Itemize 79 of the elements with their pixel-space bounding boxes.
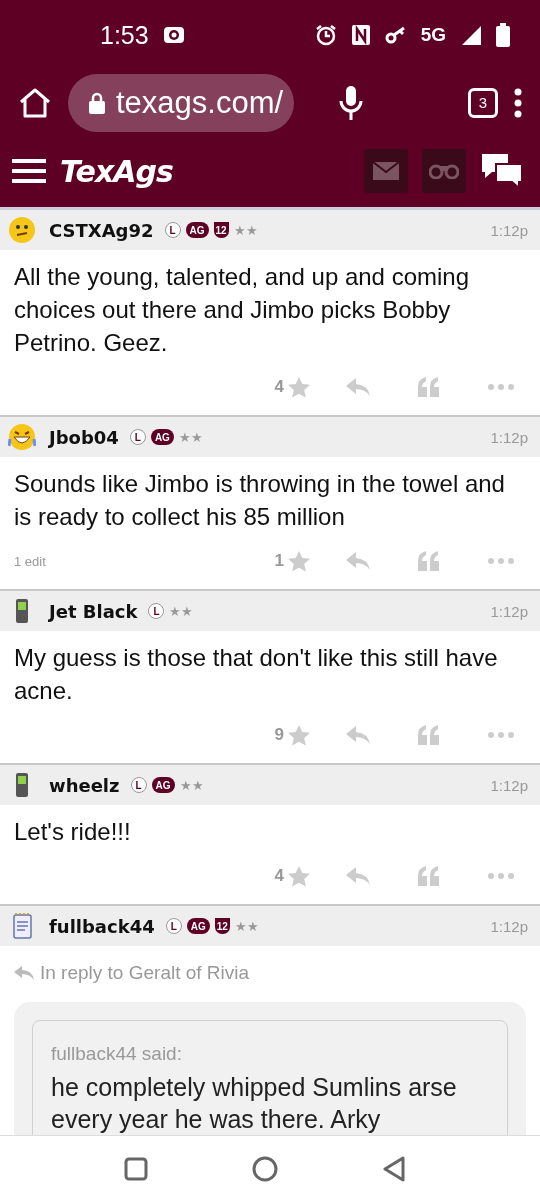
lock-icon [88, 91, 106, 114]
reply-icon[interactable] [346, 867, 370, 885]
binoculars-button[interactable] [422, 149, 466, 193]
reply-icon[interactable] [346, 378, 370, 396]
like-count: 4 [274, 866, 284, 886]
url-text: texags.com/ [116, 84, 284, 121]
quote-text: he completely whipped Sumlins arse every year he was there. Arky [51, 1072, 458, 1135]
rank-stars: ★★ [178, 429, 203, 445]
post-text: Let's ride!!! [13, 817, 132, 847]
member-badge: L [130, 777, 147, 793]
username[interactable]: CSTXAg92 [49, 219, 154, 241]
post-text: My guess is those that don't like this still have acne. [13, 643, 499, 706]
binoculars-icon [429, 163, 459, 179]
year-badge: 12 [213, 222, 229, 238]
back-icon[interactable] [382, 1155, 406, 1182]
ag-badge: AG [186, 918, 210, 934]
reply-arrow-icon [14, 966, 34, 980]
more-icon[interactable] [488, 732, 514, 738]
star-icon [288, 724, 310, 746]
alarm-clock-icon [314, 24, 337, 46]
quote-icon[interactable] [418, 866, 440, 886]
member-badge: L [165, 918, 182, 934]
post-time: 1:12p [490, 428, 528, 446]
member-badge: L [148, 603, 165, 619]
post-time: 1:12p [490, 917, 528, 935]
key-icon [384, 26, 407, 44]
cast-icon [162, 26, 185, 44]
avatar-icon [8, 423, 36, 451]
ag-badge: AG [185, 222, 209, 238]
ag-badge: AG [151, 777, 175, 793]
ag-badge: AG [150, 429, 174, 445]
star-icon [288, 865, 310, 887]
like-count: 1 [274, 551, 284, 571]
microphone-icon[interactable] [338, 84, 364, 121]
tab-count-button[interactable]: 3 [468, 87, 498, 118]
more-icon[interactable] [488, 873, 514, 879]
battery-icon [496, 23, 510, 47]
post-time: 1:12p [490, 776, 528, 794]
post-time: 1:12p [490, 221, 528, 239]
home-icon[interactable] [18, 86, 52, 119]
post-text: All the young, talented, and up and coming choices out there and Jimbo picks Bobby Petrino. Geez. [13, 262, 470, 358]
clock-time: 1:53 [100, 20, 149, 50]
star-icon [288, 376, 310, 398]
quote-icon[interactable] [418, 551, 440, 571]
username[interactable]: fullback44 [49, 915, 155, 937]
signal-icon [460, 24, 482, 46]
reply-icon[interactable] [346, 726, 370, 744]
member-badge: L [129, 429, 146, 445]
username[interactable]: Jet Black [49, 600, 138, 622]
rank-stars: ★★ [169, 603, 194, 619]
like-count: 9 [274, 725, 284, 745]
username[interactable]: Jbob04 [49, 426, 119, 448]
quote-icon[interactable] [418, 725, 440, 745]
network-type: 5G [420, 24, 446, 46]
more-icon[interactable] [488, 558, 514, 564]
star-icon [288, 550, 310, 572]
quote-author: fullback44 said: [51, 1043, 183, 1065]
nfc-icon [350, 24, 371, 46]
more-icon[interactable] [488, 384, 514, 390]
reply-icon[interactable] [346, 552, 370, 570]
like-count: 4 [274, 377, 284, 397]
avatar-icon [8, 216, 36, 244]
rank-stars: ★★ [234, 918, 259, 934]
recent-apps-icon[interactable] [124, 1156, 148, 1181]
envelope-icon [373, 162, 399, 180]
member-badge: L [164, 222, 181, 238]
menu-icon[interactable] [12, 159, 46, 183]
address-bar[interactable]: texags.com/ [68, 73, 294, 132]
post-time: 1:12p [490, 602, 528, 620]
quote-icon[interactable] [418, 377, 440, 397]
mail-button[interactable] [364, 149, 408, 193]
post-text: Sounds like Jimbo is throwing in the towel and is ready to collect his 85 million [13, 469, 506, 532]
more-options-icon[interactable] [514, 87, 522, 118]
year-badge: 12 [214, 918, 230, 934]
rank-stars: ★★ [233, 222, 258, 238]
site-logo[interactable]: TexAgs [60, 153, 173, 189]
rank-stars: ★★ [179, 777, 204, 793]
home-button-icon[interactable] [252, 1155, 278, 1182]
username[interactable]: wheelz [49, 774, 120, 796]
